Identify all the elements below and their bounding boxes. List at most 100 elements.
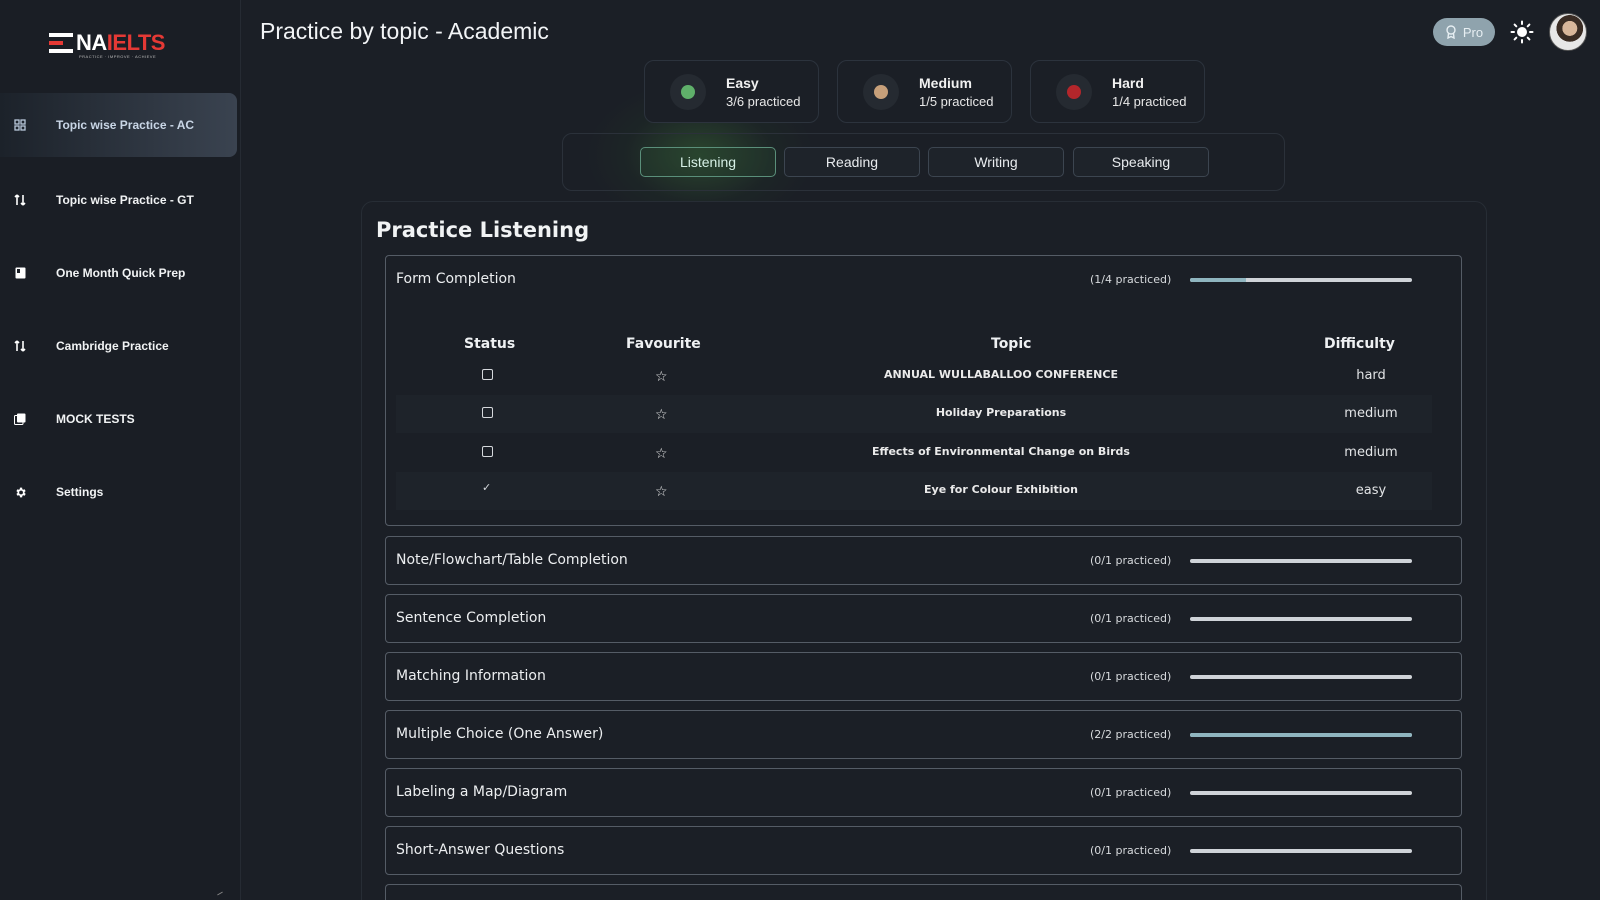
section-next-partial[interactable] <box>385 884 1462 900</box>
section-progress-bar <box>1190 849 1412 853</box>
easy-dot-icon <box>681 84 695 99</box>
status-checkbox[interactable] <box>482 369 493 380</box>
section-progress-bar <box>1190 675 1412 679</box>
sidebar-item-topic-wise-gt[interactable]: Topic wise Practice - GT <box>0 168 237 232</box>
award-icon <box>1446 25 1456 39</box>
sun-icon[interactable] <box>1510 20 1534 44</box>
section-count: (2/2 practiced) <box>1090 728 1172 741</box>
section-count: (1/4 practiced) <box>1090 273 1172 286</box>
section-count: (0/1 practiced) <box>1090 612 1172 625</box>
logo-mark-icon <box>49 32 73 54</box>
section-header[interactable]: Form Completion (1/4 practiced) <box>386 256 1461 304</box>
star-icon[interactable]: ☆ <box>655 368 668 385</box>
user-avatar[interactable] <box>1549 13 1587 51</box>
brand-logo[interactable]: NAIELTS PRACTICE · IMPROVE · ACHIEVE <box>49 32 166 59</box>
section-multiple-choice[interactable]: Multiple Choice (One Answer) (2/2 practi… <box>385 710 1462 759</box>
sidebar-item-label: Cambridge Practice <box>56 339 169 353</box>
medium-dot-icon <box>874 84 888 99</box>
book-icon <box>13 266 27 280</box>
section-title: Sentence Completion <box>396 610 547 626</box>
section-title: Short-Answer Questions <box>396 842 565 858</box>
star-icon[interactable]: ☆ <box>655 445 668 462</box>
tab-writing[interactable]: Writing <box>928 147 1064 177</box>
difficulty-count: 1/5 practiced <box>919 93 994 109</box>
difficulty-count: 3/6 practiced <box>726 93 801 109</box>
sidebar-item-one-month-prep[interactable]: One Month Quick Prep <box>0 241 237 305</box>
section-count: (0/1 practiced) <box>1090 844 1172 857</box>
tab-listening[interactable]: Listening <box>640 147 776 177</box>
section-matching-information[interactable]: Matching Information (0/1 practiced) <box>385 652 1462 701</box>
table-row[interactable]: ☆ Holiday Preparations medium <box>396 395 1432 433</box>
table-row[interactable]: ☆ ANNUAL WULLABALLOO CONFERENCE hard <box>396 357 1432 395</box>
difficulty-name: Medium <box>919 74 972 91</box>
logo-tagline: PRACTICE · IMPROVE · ACHIEVE <box>79 54 157 59</box>
column-header-favourite: Favourite <box>626 336 701 352</box>
sidebar-item-label: One Month Quick Prep <box>56 266 186 280</box>
difficulty-indicator <box>670 73 706 110</box>
tab-reading[interactable]: Reading <box>784 147 920 177</box>
shuffle-icon <box>13 193 27 207</box>
sidebar: NAIELTS PRACTICE · IMPROVE · ACHIEVE Top… <box>0 0 241 900</box>
difficulty-cell: medium <box>1344 406 1398 421</box>
sidebar-item-label: MOCK TESTS <box>56 412 135 426</box>
section-progress-bar <box>1190 617 1412 621</box>
topic-cell[interactable]: ANNUAL WULLABALLOO CONFERENCE <box>746 368 1256 381</box>
section-progress-bar <box>1190 559 1412 563</box>
section-short-answer[interactable]: Short-Answer Questions (0/1 practiced) <box>385 826 1462 875</box>
column-header-difficulty: Difficulty <box>1324 336 1395 352</box>
section-sentence-completion[interactable]: Sentence Completion (0/1 practiced) <box>385 594 1462 643</box>
sidebar-item-topic-wise-ac[interactable]: Topic wise Practice - AC <box>0 93 237 157</box>
topic-cell[interactable]: Effects of Environmental Change on Birds <box>746 445 1256 458</box>
status-checkbox[interactable] <box>482 446 493 457</box>
difficulty-cell: hard <box>1356 368 1386 383</box>
gear-icon <box>13 485 27 499</box>
table-row[interactable]: ☆ Eye for Colour Exhibition easy <box>396 472 1432 510</box>
section-form-completion: Form Completion (1/4 practiced) Status F… <box>385 255 1462 526</box>
status-checkbox[interactable] <box>482 407 493 418</box>
difficulty-card-easy[interactable]: Easy 3/6 practiced <box>644 60 819 123</box>
section-count: (0/1 practiced) <box>1090 670 1172 683</box>
difficulty-name: Easy <box>726 74 759 91</box>
collapse-sidebar-icon[interactable] <box>217 891 223 896</box>
section-progress-bar <box>1190 733 1412 737</box>
hard-dot-icon <box>1067 84 1081 99</box>
difficulty-count: 1/4 practiced <box>1112 93 1187 109</box>
sidebar-item-settings[interactable]: Settings <box>0 460 237 524</box>
grid-icon <box>13 118 27 132</box>
difficulty-indicator <box>1056 73 1092 110</box>
difficulty-card-medium[interactable]: Medium 1/5 practiced <box>837 60 1012 123</box>
topic-cell[interactable]: Eye for Colour Exhibition <box>746 483 1256 496</box>
section-title: Note/Flowchart/Table Completion <box>396 552 628 568</box>
section-title: Multiple Choice (One Answer) <box>396 726 604 742</box>
section-labeling-map[interactable]: Labeling a Map/Diagram (0/1 practiced) <box>385 768 1462 817</box>
column-header-status: Status <box>464 336 516 352</box>
section-title: Form Completion <box>396 271 516 287</box>
column-header-topic: Topic <box>991 336 1032 352</box>
copy-icon <box>13 412 27 426</box>
difficulty-cell: medium <box>1344 445 1398 460</box>
skill-tabs: Listening Reading Writing Speaking <box>562 133 1285 191</box>
section-progress-fill <box>1190 733 1412 737</box>
difficulty-card-hard[interactable]: Hard 1/4 practiced <box>1030 60 1205 123</box>
section-title: Labeling a Map/Diagram <box>396 784 568 800</box>
pro-button[interactable]: Pro <box>1433 18 1495 46</box>
section-count: (0/1 practiced) <box>1090 554 1172 567</box>
section-progress-bar <box>1190 278 1412 282</box>
topic-cell[interactable]: Holiday Preparations <box>746 406 1256 419</box>
status-check-icon[interactable] <box>482 481 493 495</box>
section-progress-fill <box>1190 278 1246 282</box>
star-icon[interactable]: ☆ <box>655 406 668 423</box>
page-title: Practice by topic - Academic <box>260 18 549 44</box>
pro-label: Pro <box>1462 24 1484 40</box>
table-row[interactable]: ☆ Effects of Environmental Change on Bir… <box>396 434 1432 472</box>
tab-speaking[interactable]: Speaking <box>1073 147 1209 177</box>
section-title: Matching Information <box>396 668 546 684</box>
star-icon[interactable]: ☆ <box>655 483 668 500</box>
panel-title: Practice Listening <box>376 218 590 242</box>
sidebar-item-label: Topic wise Practice - AC <box>56 118 195 132</box>
section-count: (0/1 practiced) <box>1090 786 1172 799</box>
sidebar-item-label: Settings <box>56 485 104 499</box>
sidebar-item-mock-tests[interactable]: MOCK TESTS <box>0 387 237 451</box>
section-note-flowchart[interactable]: Note/Flowchart/Table Completion (0/1 pra… <box>385 536 1462 585</box>
sidebar-item-cambridge[interactable]: Cambridge Practice <box>0 314 237 378</box>
